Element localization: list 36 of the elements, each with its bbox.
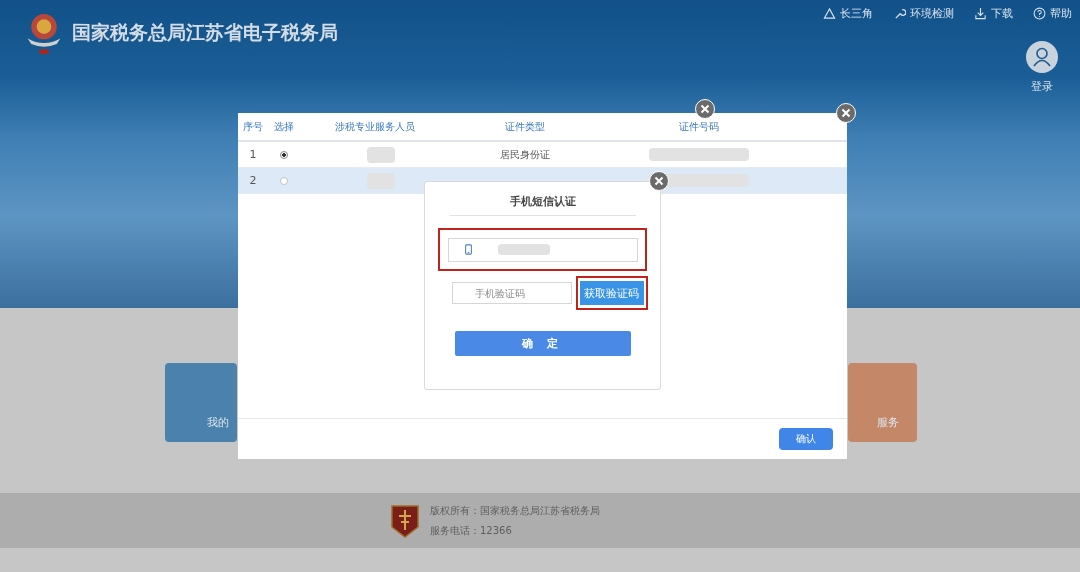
user-avatar-icon[interactable] xyxy=(1026,41,1058,73)
ok-button[interactable]: 确定 xyxy=(454,331,631,356)
phone-icon xyxy=(464,244,472,255)
copyright-text: 版权所有：国家税务总局江苏省税务局 xyxy=(430,503,600,518)
close-icon[interactable] xyxy=(836,103,856,123)
confirm-button[interactable]: 确认 xyxy=(779,428,833,450)
site-title: 国家税务总局江苏省电子税务局 xyxy=(72,20,338,45)
shield-logo-icon xyxy=(390,502,420,539)
triangle-icon xyxy=(823,7,836,20)
nav-link[interactable]: 下载 xyxy=(974,6,1013,21)
row-number: 1 xyxy=(248,148,258,161)
download-icon xyxy=(974,7,987,20)
column-header: 证件类型 xyxy=(504,119,546,134)
radio-button[interactable] xyxy=(280,150,288,159)
close-icon[interactable] xyxy=(695,99,715,119)
redacted-block xyxy=(497,244,550,255)
code-input-field[interactable]: 手机验证码 xyxy=(451,282,572,304)
login-link[interactable]: 登录 xyxy=(1031,79,1053,94)
column-header: 涉税专业服务人员 xyxy=(334,119,416,134)
help-icon xyxy=(1033,7,1046,20)
close-icon[interactable] xyxy=(649,171,669,191)
get-code-button[interactable]: 获取验证码 xyxy=(579,281,644,305)
radio-button[interactable] xyxy=(280,176,288,185)
nav-link[interactable]: 帮助 xyxy=(1033,6,1072,21)
dialog-title: 手机短信认证 xyxy=(449,194,636,216)
nav-link[interactable]: 环境检测 xyxy=(893,6,954,21)
id-type-text: 居民身份证 xyxy=(500,147,550,162)
column-header: 序号 xyxy=(242,119,264,134)
service-phone-text: 服务电话：12366 xyxy=(430,523,513,538)
phone-field[interactable] xyxy=(447,237,638,262)
nav-link[interactable]: 长三角 xyxy=(823,6,873,21)
row-number: 2 xyxy=(248,174,258,187)
column-header: 证件号码 xyxy=(677,119,720,134)
service-tile[interactable]: 我的 xyxy=(165,363,237,442)
column-header: 选择 xyxy=(273,119,295,134)
redacted-block xyxy=(367,146,395,163)
